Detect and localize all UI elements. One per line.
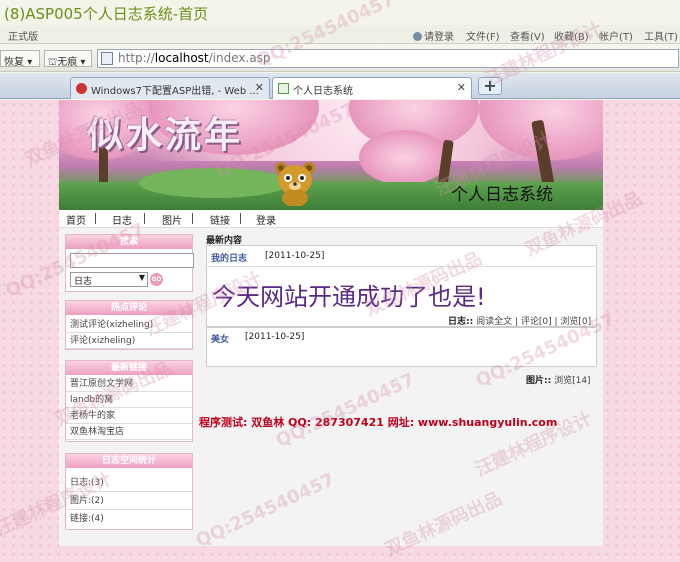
site-navbar: 首页 日志 图片 链接 登录: [59, 210, 603, 228]
views-count: 浏览[0]: [560, 317, 592, 327]
space-stats-box: 日志空间统计 日志:(3) 图片:(2) 链接:(4): [65, 453, 193, 530]
nav-images[interactable]: 图片: [162, 212, 182, 227]
latest-links-header: 最新链接: [66, 361, 192, 375]
tab-windows7-asp[interactable]: Windows7下配置ASP出错, - Web ... ✕: [70, 77, 270, 99]
baidu-icon: [76, 83, 87, 94]
post-content: 今天网站开通成功了也是!: [212, 283, 486, 311]
search-type-select[interactable]: 日志 ▼: [70, 272, 148, 287]
chevron-down-icon: ▾: [27, 57, 33, 68]
browser-tabbar: Windows7下配置ASP出错, - Web ... ✕ 个人日志系统 ✕: [0, 73, 680, 99]
hot-comments-box: 热点评论 测试评论(xizheling) 评论(xizheling): [65, 300, 193, 350]
close-icon[interactable]: ✕: [255, 81, 264, 94]
search-input[interactable]: [70, 253, 194, 268]
post-date: [2011-10-25]: [265, 251, 325, 261]
hot-comment-item[interactable]: 评论(xizheling): [66, 334, 192, 349]
notrace-button[interactable]: ⛫无痕 ▾: [44, 50, 92, 68]
nav-blog[interactable]: 日志: [112, 212, 132, 227]
search-box-header: 搜索: [66, 235, 192, 249]
views-count: 浏览[14]: [554, 376, 591, 386]
latest-links-box: 最新链接 晋江原创文学网 landb的窝 老杨牛的家 双鱼林淘宝店: [65, 360, 193, 442]
space-stats-header: 日志空间统计: [66, 454, 192, 468]
user-icon: [413, 32, 422, 41]
nav-home[interactable]: 首页: [66, 212, 86, 227]
tab-personal-blog[interactable]: 个人日志系统 ✕: [272, 77, 472, 99]
browser-menubar: 正式版 请登录 文件(F) 查看(V) 收藏(B) 帐户(T) 工具(T): [0, 25, 680, 44]
post-category-link[interactable]: 我的日志: [211, 251, 247, 264]
close-icon[interactable]: ✕: [457, 81, 466, 94]
menu-view[interactable]: 查看(V): [510, 28, 545, 43]
link-item[interactable]: 老杨牛的家: [66, 409, 192, 424]
search-box: 搜索 日志 ▼ GO: [65, 234, 194, 292]
menu-file[interactable]: 文件(F): [466, 28, 500, 43]
hot-comments-header: 热点评论: [66, 301, 192, 315]
stat-item: 图片:(2): [66, 492, 192, 510]
image-caption: (8)ASP005个人日志系统-首页: [4, 5, 209, 23]
image-stats: 图片:: 浏览[14]: [526, 376, 591, 386]
site-logo: 似水流年: [87, 114, 244, 156]
login-menu[interactable]: 请登录: [413, 28, 454, 43]
hot-comment-item[interactable]: 测试评论(xizheling): [66, 318, 192, 333]
link-item[interactable]: 晋江原创文学网: [66, 377, 192, 392]
post-date: [2011-10-25]: [245, 332, 305, 342]
nav-links[interactable]: 链接: [210, 212, 230, 227]
menu-tools[interactable]: 工具(T): [644, 28, 678, 43]
browser-toolbar: 恢复 ▾ ⛫无痕 ▾ http://localhost/index.asp: [0, 45, 680, 72]
edition-label: 正式版: [8, 32, 38, 43]
read-more-link[interactable]: 阅读全文: [476, 317, 512, 327]
footer-credit: 程序测试: 双鱼林 QQ: 287307421 网址: www.shuangyu…: [199, 416, 558, 429]
link-item[interactable]: 双鱼林淘宝店: [66, 425, 192, 440]
post-category-link[interactable]: 美女: [211, 332, 229, 345]
stat-item: 日志:(3): [66, 474, 192, 492]
restore-button[interactable]: 恢复 ▾: [0, 50, 40, 68]
stat-item: 链接:(4): [70, 514, 104, 524]
bear-mascot-icon: [275, 162, 315, 206]
nav-login[interactable]: 登录: [256, 212, 276, 227]
comments-link[interactable]: 评论[0]: [521, 317, 552, 327]
ie-page-icon: [278, 83, 289, 94]
post-meta: 日志:: 阅读全文 | 评论[0] | 浏览[0]: [448, 317, 592, 327]
chevron-down-icon: ▼: [138, 273, 145, 282]
link-item[interactable]: landb的窝: [66, 393, 192, 408]
page-icon: [101, 52, 113, 65]
menu-account[interactable]: 帐户(T): [599, 28, 633, 43]
site-title: 个人日志系统: [451, 185, 553, 205]
menu-favorites[interactable]: 收藏(B): [554, 28, 589, 43]
search-go-button[interactable]: GO: [150, 273, 163, 286]
chevron-down-icon: ▾: [80, 57, 86, 68]
incognito-icon: ⛫: [48, 57, 58, 68]
new-tab-button[interactable]: +: [478, 77, 502, 95]
address-bar[interactable]: http://localhost/index.asp: [97, 49, 679, 68]
